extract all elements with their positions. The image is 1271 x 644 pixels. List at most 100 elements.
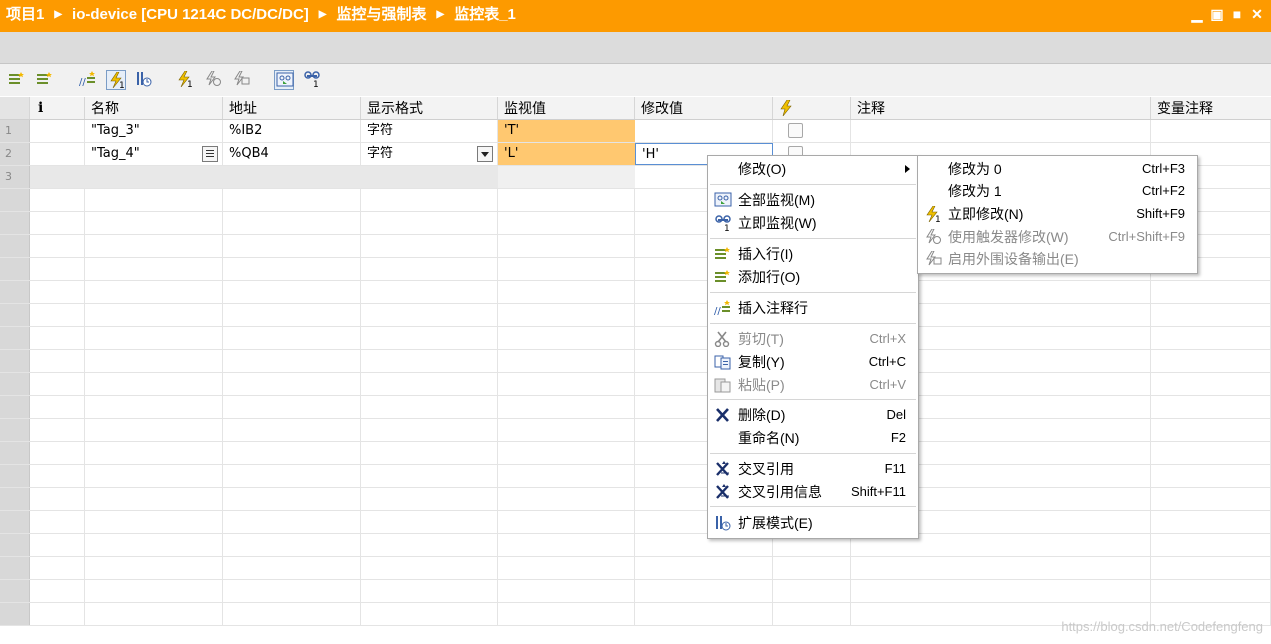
row-number[interactable] (0, 396, 30, 418)
modify-checkbox[interactable] (788, 123, 803, 138)
table-row[interactable] (0, 373, 1271, 396)
display-format-cell[interactable]: 字符 (361, 120, 498, 142)
row-number[interactable] (0, 534, 30, 556)
table-row[interactable] (0, 534, 1271, 557)
insert-comment-row-icon[interactable] (78, 70, 98, 90)
menu-item[interactable]: 启用外围设备输出(E) (918, 248, 1197, 270)
menu-item[interactable]: 交叉引用 F11 (708, 458, 918, 480)
extended-mode-icon[interactable] (134, 70, 154, 90)
monitor-value-cell[interactable]: 'T' (498, 120, 635, 142)
menu-item[interactable]: 全部监视(M) (708, 189, 918, 211)
menu-item[interactable]: 复制(Y) Ctrl+C (708, 351, 918, 373)
row-number[interactable] (0, 511, 30, 533)
address-cell[interactable] (223, 166, 361, 188)
header-address[interactable]: 地址 (223, 97, 361, 119)
row-number[interactable] (0, 327, 30, 349)
row-number[interactable] (0, 373, 30, 395)
table-row[interactable] (0, 281, 1271, 304)
table-row[interactable] (0, 580, 1271, 603)
header-name[interactable]: 名称 (85, 97, 223, 119)
grid-column-line (851, 120, 1151, 142)
menu-item[interactable]: 修改(O) (708, 158, 918, 180)
table-row[interactable] (0, 350, 1271, 373)
table-row[interactable] (0, 442, 1271, 465)
address-cell[interactable]: %QB4 (223, 143, 361, 165)
menu-item[interactable]: 粘贴(P) Ctrl+V (708, 374, 918, 396)
row-number[interactable] (0, 304, 30, 326)
table-row[interactable] (0, 396, 1271, 419)
menu-item[interactable]: 添加行(O) (708, 266, 918, 288)
menu-item[interactable]: 修改为 1 Ctrl+F2 (918, 180, 1197, 202)
minimize-icon[interactable]: ▁ (1189, 5, 1205, 23)
header-info[interactable]: i (30, 97, 85, 119)
row-number[interactable] (0, 442, 30, 464)
table-row[interactable] (0, 327, 1271, 350)
header-modify-flag[interactable] (773, 97, 851, 119)
row-number[interactable] (0, 557, 30, 579)
header-modify-value[interactable]: 修改值 (635, 97, 773, 119)
row-number[interactable]: 1 (0, 120, 30, 142)
modify-value-cell[interactable] (635, 120, 773, 142)
menu-item[interactable]: 使用触发器修改(W) Ctrl+Shift+F9 (918, 226, 1197, 248)
breadcrumb-table[interactable]: 监控表_1 (454, 6, 516, 23)
header-comment[interactable]: 注释 (851, 97, 1151, 119)
row-number[interactable] (0, 350, 30, 372)
menu-item[interactable]: 剪切(T) Ctrl+X (708, 328, 918, 350)
table-row[interactable] (0, 511, 1271, 534)
row-number[interactable] (0, 258, 30, 280)
menu-item[interactable]: 立即监视(W) (708, 212, 918, 234)
monitor-all-icon[interactable] (274, 70, 294, 90)
modify-now-icon[interactable] (175, 70, 195, 90)
chevron-down-icon[interactable] (477, 146, 493, 162)
monitor-value-cell[interactable]: 'L' (498, 143, 635, 165)
add-row-icon[interactable] (35, 70, 55, 90)
menu-item[interactable]: 插入行(I) (708, 243, 918, 265)
enable-periphery-icon[interactable] (231, 70, 251, 90)
row-number[interactable]: 2 (0, 143, 30, 165)
address-cell[interactable]: %IB2 (223, 120, 361, 142)
modify-trigger-icon[interactable] (203, 70, 223, 90)
menu-item[interactable]: 修改为 0 Ctrl+F3 (918, 158, 1197, 180)
row-number[interactable] (0, 465, 30, 487)
menu-item[interactable]: 立即修改(N) Shift+F9 (918, 203, 1197, 225)
grid-column-line (361, 534, 498, 556)
display-format-cell[interactable] (361, 166, 498, 188)
header-tag-comment[interactable]: 变量注释 (1151, 97, 1271, 119)
row-number[interactable] (0, 235, 30, 257)
maximize-icon[interactable]: ■ (1229, 5, 1245, 23)
table-row[interactable] (0, 557, 1271, 580)
insert-row-icon[interactable] (7, 70, 27, 90)
table-row[interactable] (0, 419, 1271, 442)
close-icon[interactable]: ✕ (1249, 5, 1265, 23)
row-number[interactable] (0, 603, 30, 625)
breadcrumb-device[interactable]: io-device [CPU 1214C DC/DC/DC] (72, 6, 309, 23)
row-number[interactable] (0, 212, 30, 234)
row-number[interactable] (0, 281, 30, 303)
table-row[interactable] (0, 488, 1271, 511)
table-row[interactable]: 1 "Tag_3" %IB2 字符 'T' (0, 120, 1271, 143)
row-number[interactable] (0, 580, 30, 602)
grid-column-line (30, 281, 85, 303)
header-monitor-value[interactable]: 监视值 (498, 97, 635, 119)
monitor-values-icon[interactable] (106, 70, 126, 90)
tag-name-cell[interactable]: "Tag_3" (85, 120, 223, 142)
menu-item[interactable]: 重命名(N) F2 (708, 427, 918, 449)
row-number[interactable] (0, 488, 30, 510)
tag-name-cell[interactable] (85, 166, 223, 188)
header-format[interactable]: 显示格式 (361, 97, 498, 119)
menu-item[interactable]: 扩展模式(E) (708, 512, 918, 534)
row-number[interactable] (0, 189, 30, 211)
table-row[interactable] (0, 465, 1271, 488)
monitor-now-icon[interactable] (302, 70, 322, 90)
row-number[interactable]: 3 (0, 166, 30, 188)
table-row[interactable] (0, 304, 1271, 327)
menu-item[interactable]: 插入注释行 (708, 297, 918, 319)
breadcrumb-project[interactable]: 项目1 (6, 6, 44, 23)
menu-item[interactable]: 删除(D) Del (708, 404, 918, 426)
tag-list-icon[interactable] (202, 146, 218, 162)
restore-icon[interactable]: ▣ (1209, 5, 1225, 23)
menu-item[interactable]: 交叉引用信息 Shift+F11 (708, 481, 918, 503)
menu-item-label: 剪切(T) (738, 331, 784, 347)
breadcrumb-folder[interactable]: 监控与强制表 (336, 6, 426, 23)
row-number[interactable] (0, 419, 30, 441)
